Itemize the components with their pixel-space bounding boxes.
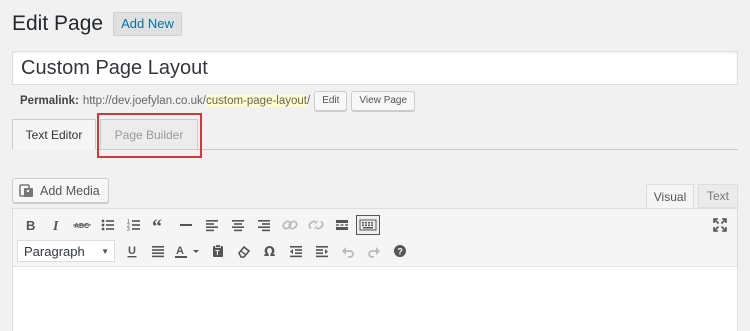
svg-text:“: “	[152, 218, 162, 232]
italic-icon[interactable]: I	[43, 213, 69, 237]
content-editor: B I ABC 123 “ Paragraph ▼ U A T Ω ?	[12, 208, 738, 331]
toolbar-row-2: Paragraph ▼ U A T Ω ?	[17, 238, 413, 264]
editor-content-area[interactable]	[13, 267, 737, 331]
format-select-value: Paragraph	[24, 243, 85, 259]
chevron-down-icon: ▼	[101, 246, 109, 256]
bullet-list-icon[interactable]	[95, 213, 121, 237]
media-icon	[19, 183, 35, 199]
bold-icon[interactable]: B	[17, 213, 43, 237]
tab-visual[interactable]: Visual	[646, 184, 694, 208]
page-header: Edit Page Add New	[12, 11, 182, 37]
svg-text:3: 3	[127, 227, 130, 232]
permalink-base-url: http://dev.joefylan.co.uk/	[82, 95, 206, 107]
indent-icon[interactable]	[309, 239, 335, 263]
clear-formatting-icon[interactable]	[231, 239, 257, 263]
toolbar-row-1: B I ABC 123 “	[17, 212, 381, 238]
view-page-button[interactable]: View Page	[351, 91, 416, 111]
numbered-list-icon[interactable]: 123	[121, 213, 147, 237]
insert-link-icon[interactable]	[277, 213, 303, 237]
paste-text-icon[interactable]: T	[205, 239, 231, 263]
text-color-icon[interactable]: A	[171, 239, 205, 263]
add-media-label: Add Media	[40, 183, 100, 198]
svg-text:Ω: Ω	[264, 245, 275, 258]
outdent-icon[interactable]	[283, 239, 309, 263]
page-title: Edit Page	[12, 12, 104, 35]
help-icon[interactable]: ?	[387, 239, 413, 263]
align-left-icon[interactable]	[199, 213, 225, 237]
add-new-button[interactable]: Add New	[113, 12, 182, 36]
remove-link-icon[interactable]	[303, 213, 329, 237]
read-more-icon[interactable]	[329, 213, 355, 237]
svg-text:U: U	[128, 245, 136, 257]
svg-text:T: T	[215, 250, 220, 257]
special-character-icon[interactable]: Ω	[257, 239, 283, 263]
underline-icon[interactable]: U	[119, 239, 145, 263]
editor-toolbar: B I ABC 123 “ Paragraph ▼ U A T Ω ?	[13, 209, 737, 267]
permalink-label: Permalink:	[20, 95, 79, 107]
permalink-slug[interactable]: custom-page-layout	[205, 95, 307, 107]
align-right-icon[interactable]	[251, 213, 277, 237]
fullscreen-icon[interactable]	[711, 216, 729, 234]
svg-text:ABC: ABC	[74, 223, 89, 230]
blockquote-icon[interactable]: “	[147, 213, 173, 237]
permalink-trailing: /	[306, 95, 311, 107]
redo-icon[interactable]	[361, 239, 387, 263]
undo-icon[interactable]	[335, 239, 361, 263]
horizontal-line-icon[interactable]	[173, 213, 199, 237]
justify-icon[interactable]	[145, 239, 171, 263]
tab-page-builder[interactable]: Page Builder	[100, 119, 198, 150]
svg-text:I: I	[52, 219, 59, 232]
svg-text:A: A	[176, 245, 184, 257]
svg-text:B: B	[26, 218, 35, 232]
add-media-button[interactable]: Add Media	[12, 178, 109, 203]
tab-text-editor[interactable]: Text Editor	[12, 119, 96, 150]
permalink-bar: Permalink: http://dev.joefylan.co.uk/cus…	[20, 91, 416, 111]
post-title-input[interactable]	[12, 51, 738, 85]
svg-text:?: ?	[397, 247, 403, 257]
tab-text[interactable]: Text	[698, 184, 738, 208]
edit-permalink-button[interactable]: Edit	[314, 91, 348, 111]
strikethrough-icon[interactable]: ABC	[69, 213, 95, 237]
format-select[interactable]: Paragraph ▼	[17, 240, 115, 262]
toolbar-toggle-icon[interactable]	[356, 215, 380, 235]
align-center-icon[interactable]	[225, 213, 251, 237]
